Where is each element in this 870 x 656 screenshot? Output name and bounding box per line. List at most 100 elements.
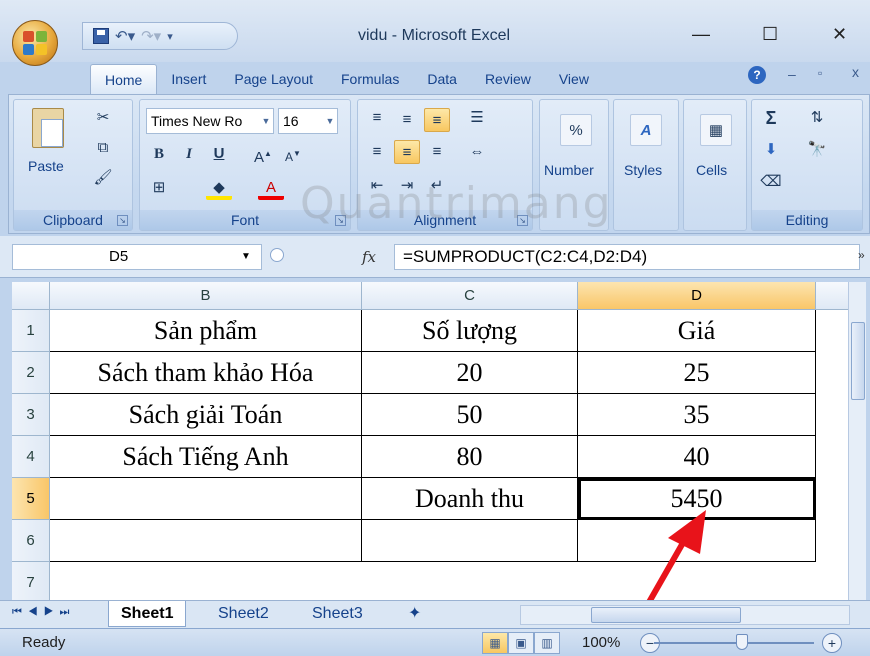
fill-icon[interactable]: ⬇ bbox=[758, 138, 784, 162]
insert-sheet-icon[interactable]: ✦ bbox=[396, 601, 433, 627]
tab-insert[interactable]: Insert bbox=[157, 64, 220, 94]
align-left-icon[interactable]: ≡ bbox=[364, 140, 390, 164]
row-header-4[interactable]: 4 bbox=[12, 436, 50, 478]
tab-formulas[interactable]: Formulas bbox=[327, 64, 413, 94]
tab-data[interactable]: Data bbox=[413, 64, 471, 94]
chevron-down-icon[interactable]: ▼ bbox=[241, 245, 251, 269]
sheet-tab-sheet3[interactable]: Sheet3 bbox=[300, 601, 375, 627]
redo-icon[interactable]: ↷▾ bbox=[141, 27, 161, 45]
column-header-d[interactable]: D bbox=[578, 282, 816, 310]
number-group[interactable]: % Number bbox=[539, 99, 609, 231]
cell-d4[interactable]: 40 bbox=[578, 436, 816, 478]
cell-d6[interactable] bbox=[578, 520, 816, 562]
row-header-5[interactable]: 5 bbox=[12, 478, 50, 520]
increase-indent-icon[interactable]: ⇥ bbox=[394, 174, 420, 198]
cell-b3[interactable]: Sách giải Toán bbox=[50, 394, 362, 436]
chevron-down-icon[interactable]: ▼ bbox=[259, 109, 273, 133]
row-header-7[interactable]: 7 bbox=[12, 562, 50, 600]
zoom-level[interactable]: 100% bbox=[582, 634, 620, 651]
cells-group[interactable]: ▦ Cells bbox=[683, 99, 747, 231]
row-header-3[interactable]: 3 bbox=[12, 394, 50, 436]
customize-qat-icon[interactable]: ▾ bbox=[167, 30, 173, 43]
vertical-scrollbar[interactable] bbox=[848, 282, 866, 600]
font-color-icon[interactable]: A bbox=[258, 176, 284, 200]
align-top-icon[interactable]: ≡ bbox=[364, 106, 390, 130]
cell-d2[interactable]: 25 bbox=[578, 352, 816, 394]
copy-icon[interactable]: ⧉ bbox=[90, 136, 116, 160]
page-layout-view-icon[interactable]: ▣ bbox=[508, 632, 534, 654]
formula-bar-slider-icon[interactable] bbox=[270, 248, 284, 262]
align-bottom-icon[interactable]: ≡ bbox=[424, 108, 450, 132]
align-middle-icon[interactable]: ≡ bbox=[394, 108, 420, 132]
alignment-launcher-icon[interactable]: ↘ bbox=[517, 215, 528, 226]
cell-b6[interactable] bbox=[50, 520, 362, 562]
formula-input[interactable]: =SUMPRODUCT(C2:C4,D2:D4) bbox=[394, 244, 860, 270]
cell-d5[interactable]: 5450 bbox=[578, 478, 816, 520]
row-header-2[interactable]: 2 bbox=[12, 352, 50, 394]
format-painter-icon[interactable]: 🖌 bbox=[90, 166, 116, 190]
orientation-icon[interactable]: ☰ bbox=[464, 106, 490, 130]
tab-review[interactable]: Review bbox=[471, 64, 545, 94]
workbook-close-icon[interactable]: x bbox=[852, 64, 859, 80]
merge-center-icon[interactable]: ⇔ bbox=[464, 140, 490, 164]
name-box[interactable]: D5 ▼ bbox=[12, 244, 262, 270]
vertical-scroll-thumb[interactable] bbox=[851, 322, 865, 400]
wrap-text-icon[interactable]: ↵ bbox=[424, 174, 450, 198]
cell-c3[interactable]: 50 bbox=[362, 394, 578, 436]
decrease-indent-icon[interactable]: ⇤ bbox=[364, 174, 390, 198]
cell-c6[interactable] bbox=[362, 520, 578, 562]
clipboard-launcher-icon[interactable]: ↘ bbox=[117, 215, 128, 226]
cell-b4[interactable]: Sách Tiếng Anh bbox=[50, 436, 362, 478]
insert-function-button[interactable]: fx bbox=[362, 248, 376, 266]
cell-c1[interactable]: Số lượng bbox=[362, 310, 578, 352]
zoom-slider[interactable] bbox=[654, 642, 814, 644]
paste-button[interactable]: Paste bbox=[28, 158, 64, 174]
cell-b5[interactable] bbox=[50, 478, 362, 520]
row-header-1[interactable]: 1 bbox=[12, 310, 50, 352]
tab-home[interactable]: Home bbox=[90, 64, 158, 94]
fill-color-icon[interactable]: ◆ bbox=[206, 176, 232, 200]
sheet-tab-sheet2[interactable]: Sheet2 bbox=[206, 601, 281, 627]
paste-icon[interactable] bbox=[32, 108, 64, 148]
save-icon[interactable] bbox=[93, 28, 109, 44]
column-header-c[interactable]: C bbox=[362, 282, 578, 310]
row-header-6[interactable]: 6 bbox=[12, 520, 50, 562]
sheet-nav-arrows-icon[interactable]: ⏮◀▶⏭ bbox=[12, 606, 75, 619]
ribbon-restore-icon[interactable]: ▫ bbox=[818, 66, 822, 80]
maximize-button[interactable]: ☐ bbox=[762, 24, 778, 45]
clear-icon[interactable]: ⌫ bbox=[758, 170, 784, 194]
zoom-slider-thumb[interactable] bbox=[736, 634, 748, 650]
help-icon[interactable]: ? bbox=[748, 66, 766, 84]
cell-c2[interactable]: 20 bbox=[362, 352, 578, 394]
zoom-in-button[interactable]: + bbox=[822, 633, 842, 653]
bold-button[interactable]: B bbox=[146, 142, 172, 166]
horizontal-scroll-thumb[interactable] bbox=[591, 607, 741, 623]
sheet-tab-sheet1[interactable]: Sheet1 bbox=[108, 601, 187, 627]
page-break-view-icon[interactable]: ▥ bbox=[534, 632, 560, 654]
font-name-combo[interactable]: Times New Ro ▼ bbox=[146, 108, 274, 134]
expand-formula-bar-icon[interactable]: » bbox=[858, 248, 865, 262]
cell-d1[interactable]: Giá bbox=[578, 310, 816, 352]
font-launcher-icon[interactable]: ↘ bbox=[335, 215, 346, 226]
find-select-icon[interactable]: 🔭 bbox=[804, 138, 830, 162]
tab-view[interactable]: View bbox=[545, 64, 603, 94]
normal-view-icon[interactable]: ▦ bbox=[482, 632, 508, 654]
styles-group[interactable]: A Styles bbox=[613, 99, 679, 231]
align-right-icon[interactable]: ≡ bbox=[424, 140, 450, 164]
cell-c5[interactable]: Doanh thu bbox=[362, 478, 578, 520]
grow-font-icon[interactable]: A▲ bbox=[250, 142, 276, 166]
horizontal-scrollbar[interactable] bbox=[520, 605, 850, 625]
cell-b2[interactable]: Sách tham khảo Hóa bbox=[50, 352, 362, 394]
close-button[interactable]: ✕ bbox=[832, 24, 847, 45]
office-button[interactable] bbox=[12, 20, 58, 66]
tab-page-layout[interactable]: Page Layout bbox=[220, 64, 327, 94]
cell-b1[interactable]: Sản phẩm bbox=[50, 310, 362, 352]
ribbon-minimize-icon[interactable]: – bbox=[788, 66, 796, 82]
column-header-b[interactable]: B bbox=[50, 282, 362, 310]
chevron-down-icon[interactable]: ▼ bbox=[323, 109, 337, 133]
select-all-button[interactable] bbox=[12, 282, 50, 310]
shrink-font-icon[interactable]: A▼ bbox=[280, 142, 306, 166]
minimize-button[interactable]: — bbox=[692, 24, 710, 45]
sort-filter-icon[interactable]: ⇅ bbox=[804, 106, 830, 130]
cell-d3[interactable]: 35 bbox=[578, 394, 816, 436]
